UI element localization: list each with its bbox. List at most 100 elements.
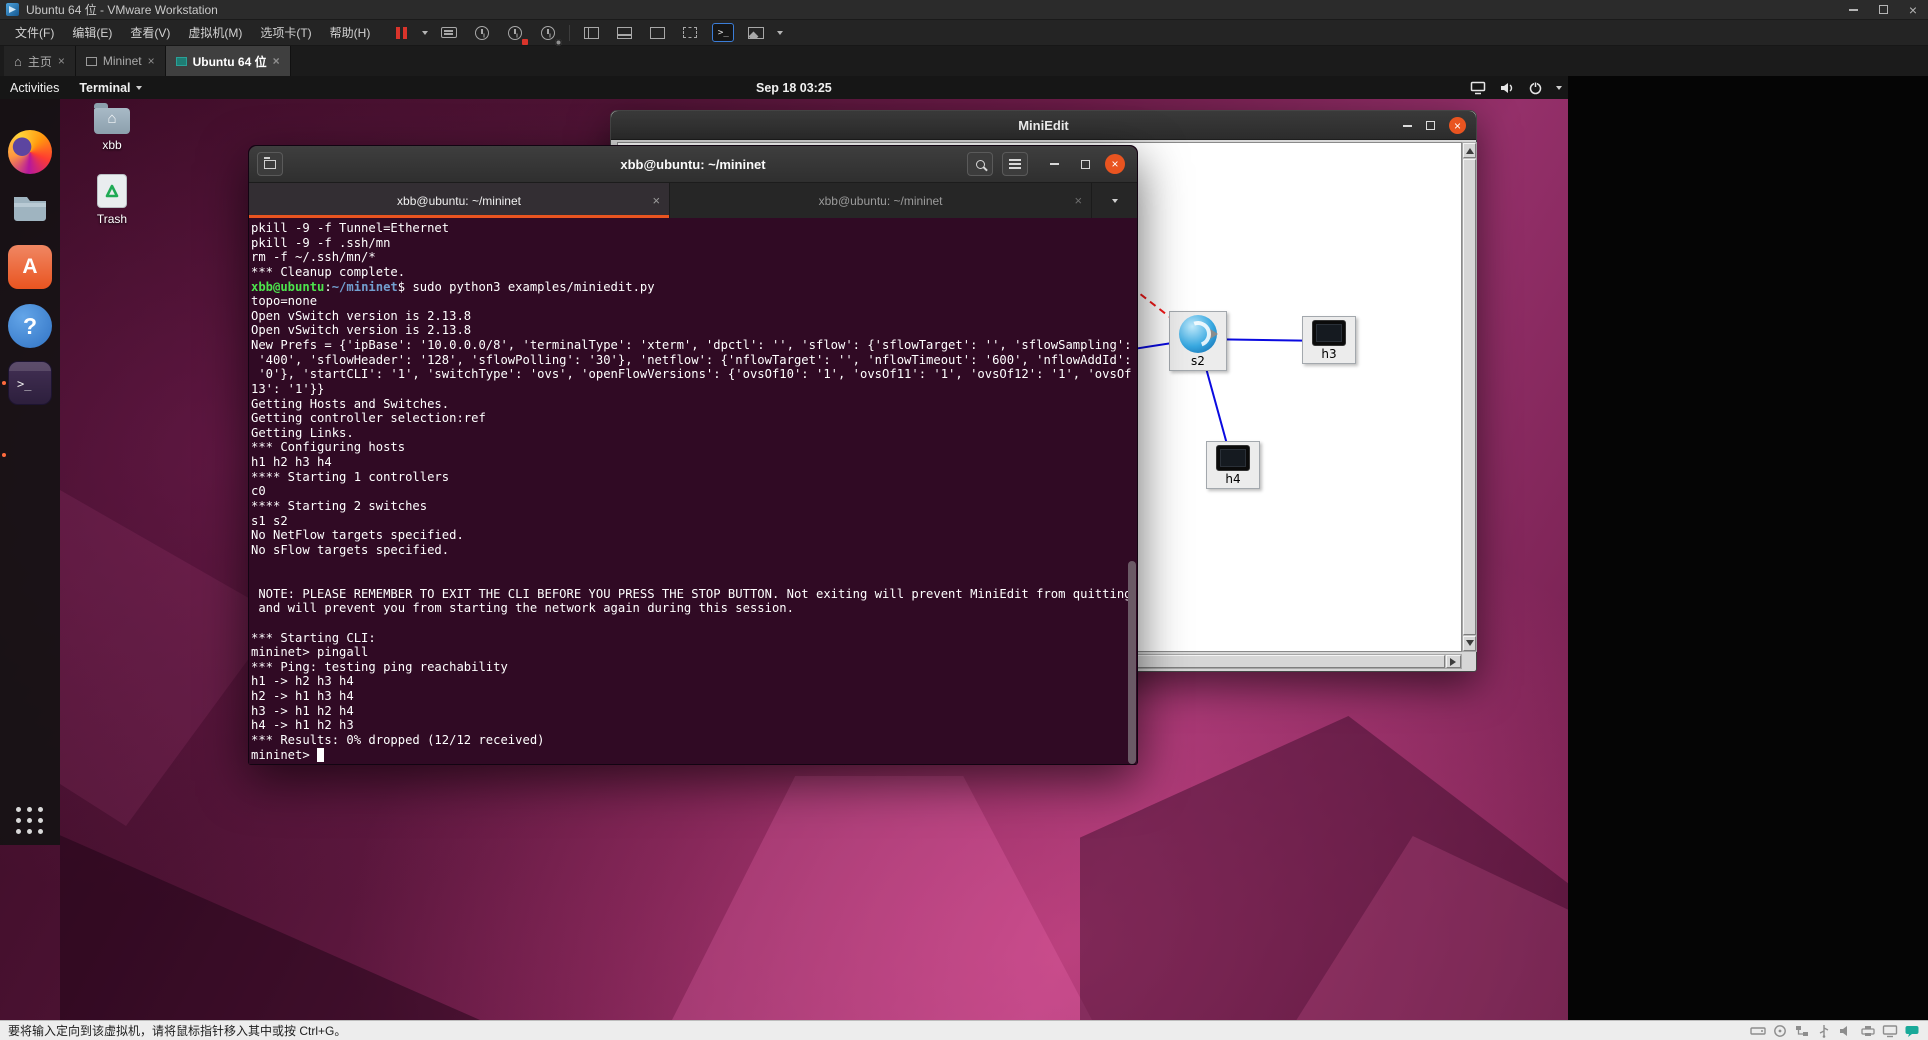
terminal-minimize-button[interactable] — [1044, 154, 1064, 174]
close-icon[interactable] — [1449, 117, 1466, 134]
tab-home-label: 主页 — [27, 54, 52, 69]
display-icon[interactable] — [1882, 1024, 1898, 1038]
miniedit-node-s2[interactable]: s2 — [1169, 311, 1227, 371]
system-tray[interactable] — [1470, 81, 1562, 95]
message-icon[interactable] — [1904, 1024, 1920, 1038]
terminal-output[interactable]: pkill -9 -f Tunnel=Ethernet pkill -9 -f .… — [249, 218, 1137, 764]
files-icon[interactable] — [8, 186, 52, 230]
tab-close-icon[interactable] — [652, 193, 660, 208]
tab-home[interactable]: 主页 — [4, 46, 76, 76]
scroll-right-button[interactable] — [1446, 655, 1461, 668]
scroll-up-button[interactable] — [1463, 143, 1476, 158]
tab-home-close-icon[interactable] — [58, 54, 65, 68]
terminal-titlebar[interactable]: xbb@ubuntu: ~/mininet — [249, 146, 1137, 183]
vmware-window-controls — [1838, 0, 1928, 19]
firefox-icon[interactable] — [8, 130, 52, 174]
fullscreen-button[interactable] — [678, 22, 702, 44]
vm-tab-icon — [85, 56, 97, 66]
tab-list-dropdown[interactable] — [1092, 183, 1137, 218]
miniedit-vertical-scrollbar[interactable] — [1462, 142, 1477, 652]
app-menu-button[interactable]: Terminal — [69, 81, 151, 95]
show-library-button[interactable] — [579, 22, 603, 44]
terminal-scrollbar-thumb[interactable] — [1128, 561, 1136, 764]
tab-ubuntu-close-icon[interactable] — [273, 54, 280, 68]
vm-running-icon — [175, 56, 187, 66]
terminal-close-button[interactable] — [1105, 154, 1125, 174]
new-tab-button[interactable] — [257, 152, 283, 176]
status-hint: 要将输入定向到该虚拟机，请将鼠标指针移入其中或按 Ctrl+G。 — [8, 1024, 347, 1038]
maximize-icon — [1080, 159, 1090, 169]
window-minimize-button[interactable] — [1838, 0, 1868, 19]
capture-dropdown-caret[interactable] — [777, 31, 784, 38]
take-snapshot-button[interactable] — [470, 22, 494, 44]
thumbnail-pane-icon — [616, 26, 632, 39]
tab-mininet[interactable]: Mininet — [75, 46, 166, 76]
network-adapter-icon[interactable] — [1794, 1024, 1810, 1038]
console-view-button[interactable] — [645, 22, 669, 44]
library-pane-icon — [583, 26, 599, 39]
menu-tabs[interactable]: 选项卡(T) — [251, 20, 320, 46]
usb-icon[interactable] — [1816, 1024, 1832, 1038]
miniedit-node-h4[interactable]: h4 — [1206, 441, 1260, 489]
desktop-icon-label: Trash — [96, 212, 128, 226]
ubuntu-software-icon[interactable] — [8, 245, 52, 289]
tab-close-icon[interactable] — [1075, 193, 1083, 208]
menu-file[interactable]: 文件(F) — [6, 20, 63, 46]
trash-icon — [97, 174, 127, 208]
snapshot-manager-button[interactable] — [536, 22, 563, 46]
screen-share-icon — [1470, 81, 1486, 94]
terminal-app-icon[interactable] — [8, 361, 52, 405]
terminal-tab-1[interactable]: xbb@ubuntu: ~/mininet — [249, 183, 671, 218]
suspend-button[interactable] — [389, 22, 413, 44]
miniedit-titlebar[interactable]: MiniEdit — [611, 111, 1476, 140]
scrollbar-thumb[interactable] — [1463, 159, 1476, 635]
show-thumbnail-bar-button[interactable] — [612, 22, 636, 44]
window-close-button[interactable] — [1898, 0, 1928, 19]
revert-snapshot-icon — [508, 25, 523, 40]
suspend-dropdown-caret[interactable] — [422, 31, 429, 38]
gnome-topbar: Activities Terminal Sep 18 03:25 — [0, 76, 1568, 99]
miniedit-node-h3[interactable]: h3 — [1302, 316, 1356, 364]
terminal-tab-2[interactable]: xbb@ubuntu: ~/mininet — [670, 183, 1093, 218]
screen: Ubuntu 64 位 - VMware Workstation 文件(F) 编… — [0, 0, 1928, 1040]
minimize-icon[interactable] — [1403, 124, 1412, 127]
window-maximize-button[interactable] — [1868, 0, 1898, 19]
revert-snapshot-button[interactable] — [503, 22, 529, 45]
printer-icon[interactable] — [1860, 1024, 1876, 1038]
menu-edit[interactable]: 编辑(E) — [63, 20, 121, 46]
scroll-down-button[interactable] — [1463, 636, 1476, 651]
terminal-view-button[interactable] — [711, 22, 735, 44]
menu-help[interactable]: 帮助(H) — [321, 20, 380, 46]
hard-disk-icon[interactable] — [1750, 1024, 1766, 1038]
home-folder-icon — [94, 103, 130, 134]
host-icon — [1216, 445, 1250, 471]
host-icon — [1312, 320, 1346, 346]
ctrl-alt-del-button[interactable] — [437, 22, 461, 44]
node-label: h3 — [1321, 347, 1337, 361]
sound-icon[interactable] — [1838, 1024, 1854, 1038]
capture-screen-button[interactable] — [744, 22, 768, 44]
focused-app-label: Terminal — [79, 80, 131, 95]
help-icon[interactable] — [8, 304, 52, 348]
activities-button[interactable]: Activities — [0, 81, 69, 95]
snapshot-icon — [475, 25, 490, 40]
minimize-icon — [1049, 163, 1059, 165]
clock-label: Sep 18 03:25 — [756, 80, 832, 95]
desktop-icon-home[interactable]: xbb — [84, 102, 140, 152]
tab-mininet-close-icon[interactable] — [148, 54, 155, 68]
maximize-icon[interactable] — [1426, 121, 1435, 130]
desktop-icon-trash[interactable]: Trash — [84, 174, 140, 226]
terminal-maximize-button[interactable] — [1075, 154, 1095, 174]
show-applications-button[interactable] — [14, 805, 46, 837]
activities-label: Activities — [10, 80, 60, 95]
vmware-statusbar: 要将输入定向到该虚拟机，请将鼠标指针移入其中或按 Ctrl+G。 — [0, 1020, 1928, 1040]
menu-vm[interactable]: 虚拟机(M) — [179, 20, 251, 46]
tab-ubuntu[interactable]: Ubuntu 64 位 — [165, 46, 291, 76]
menu-button[interactable] — [1002, 152, 1028, 176]
cdrom-icon[interactable] — [1772, 1024, 1788, 1038]
running-indicator-dot — [2, 453, 6, 457]
search-button[interactable] — [967, 152, 993, 176]
menu-view[interactable]: 查看(V) — [121, 20, 179, 46]
clock-button[interactable]: Sep 18 03:25 — [756, 81, 832, 95]
vmware-toolbar — [389, 22, 784, 46]
